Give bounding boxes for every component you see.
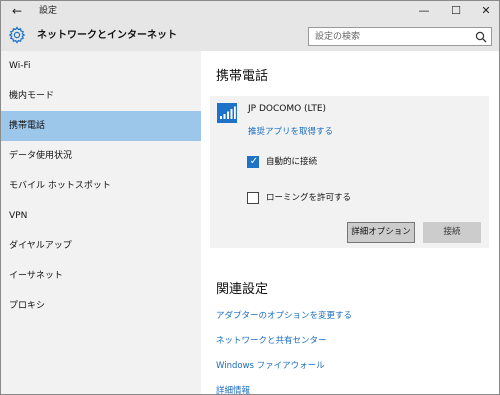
- get-app-link[interactable]: 推奨アプリを取得する: [248, 126, 333, 138]
- sidebar-item-data-usage[interactable]: データ使用状況: [1, 141, 201, 171]
- gear-icon: [8, 26, 26, 44]
- connect-button[interactable]: 接続: [423, 222, 481, 243]
- network-sharing-center-link[interactable]: ネットワークと共有センター: [216, 335, 327, 347]
- sidebar-item-mobile-hotspot[interactable]: モバイル ホットスポット: [1, 171, 201, 201]
- search-box[interactable]: [308, 27, 492, 46]
- network-name: JP DOCOMO (LTE): [248, 104, 327, 114]
- adapter-options-link[interactable]: アダプターのオプションを変更する: [216, 310, 352, 322]
- sidebar: Wi-Fi 機内モード 携帯電話 データ使用状況 モバイル ホットスポット VP…: [1, 51, 201, 394]
- roaming-label: ローミングを許可する: [266, 193, 352, 203]
- settings-window: ← 設定 — ☐ ✕ ネットワークとインターネット Wi-Fi 機内モード 携帯…: [0, 0, 500, 395]
- auto-connect-label: 自動的に接続: [266, 157, 318, 167]
- settings-header: ネットワークとインターネット: [1, 21, 499, 51]
- main-content: 携帯電話 JP DOCOMO (LTE) 推奨アプリを取得する ✓ 自動的に接続…: [201, 51, 499, 394]
- advanced-options-button[interactable]: 詳細オプション: [347, 222, 415, 243]
- title-bar: ← 設定 — ☐ ✕: [1, 1, 499, 21]
- cellular-signal-icon: [217, 103, 237, 123]
- auto-connect-checkbox[interactable]: ✓: [247, 156, 259, 168]
- minimize-button[interactable]: —: [409, 1, 439, 21]
- windows-firewall-link[interactable]: Windows ファイアウォール: [216, 360, 325, 372]
- sidebar-item-vpn[interactable]: VPN: [1, 201, 201, 231]
- more-info-link[interactable]: 詳細情報: [216, 385, 250, 394]
- sidebar-item-airplane-mode[interactable]: 機内モード: [1, 81, 201, 111]
- maximize-button[interactable]: ☐: [441, 1, 471, 21]
- roaming-checkbox[interactable]: [247, 192, 259, 204]
- related-settings-title: 関連設定: [216, 282, 269, 297]
- back-arrow-icon[interactable]: ←: [9, 3, 25, 19]
- checkmark-icon: ✓: [249, 156, 259, 167]
- window-title: 設定: [39, 6, 58, 16]
- sidebar-item-ethernet[interactable]: イーサネット: [1, 261, 201, 291]
- sidebar-item-proxy[interactable]: プロキシ: [1, 291, 201, 321]
- close-button[interactable]: ✕: [471, 1, 499, 21]
- search-icon[interactable]: [475, 31, 487, 43]
- sidebar-item-wifi[interactable]: Wi-Fi: [1, 51, 201, 81]
- search-input[interactable]: [309, 28, 469, 45]
- sidebar-item-cellular[interactable]: 携帯電話: [1, 111, 201, 141]
- cellular-section-title: 携帯電話: [216, 69, 269, 84]
- sidebar-item-dial-up[interactable]: ダイヤルアップ: [1, 231, 201, 261]
- page-title: ネットワークとインターネット: [37, 30, 177, 41]
